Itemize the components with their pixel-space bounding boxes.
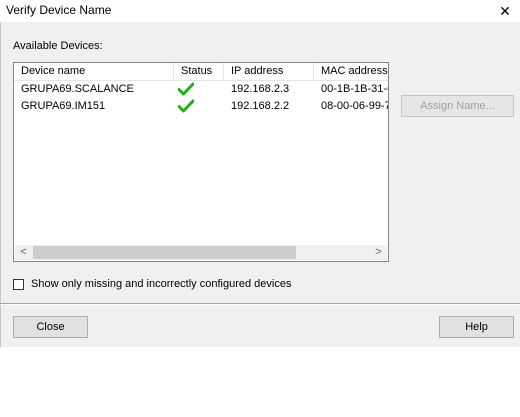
left-border — [0, 22, 1, 347]
scroll-right-icon[interactable]: > — [370, 245, 387, 260]
ip-address-cell: 192.168.2.3 — [231, 83, 290, 95]
separator-highlight — [0, 304, 520, 305]
table-row[interactable]: GRUPA69.IM151 192.168.2.2 08-00-06-99-74 — [14, 98, 388, 114]
scroll-left-icon[interactable]: < — [15, 245, 32, 260]
mac-address-cell: 08-00-06-99-74 — [321, 100, 388, 112]
scrollbar-thumb[interactable] — [33, 246, 296, 259]
assign-name-button[interactable]: Assign Name... — [401, 95, 514, 117]
column-header-status[interactable]: Status — [174, 63, 224, 80]
horizontal-scrollbar[interactable]: < > — [15, 245, 387, 260]
list-header: Device name Status IP address MAC addres… — [14, 63, 388, 81]
column-header-ip-address[interactable]: IP address — [224, 63, 314, 80]
column-header-mac-address[interactable]: MAC address — [314, 63, 388, 80]
ok-check-icon — [178, 99, 194, 113]
devices-list[interactable]: Device name Status IP address MAC addres… — [13, 62, 389, 262]
mac-address-cell: 00-1B-1B-31-C — [321, 83, 389, 95]
filter-checkbox-label[interactable]: Show only missing and incorrectly config… — [31, 278, 291, 290]
device-name-cell: GRUPA69.SCALANCE — [21, 83, 134, 95]
filter-checkbox[interactable] — [13, 279, 24, 290]
ip-address-cell: 192.168.2.2 — [231, 100, 290, 112]
close-button[interactable]: Close — [13, 316, 88, 338]
title-bar: Verify Device Name ✕ — [0, 0, 520, 22]
ok-check-icon — [178, 82, 194, 96]
table-row[interactable]: GRUPA69.SCALANCE 192.168.2.3 00-1B-1B-31… — [14, 81, 389, 97]
help-button[interactable]: Help — [439, 316, 514, 338]
close-window-icon[interactable]: ✕ — [490, 0, 520, 22]
window-title: Verify Device Name — [6, 3, 112, 17]
device-name-cell: GRUPA69.IM151 — [21, 100, 106, 112]
column-header-device-name[interactable]: Device name — [14, 63, 174, 80]
available-devices-label: Available Devices: — [13, 40, 103, 52]
